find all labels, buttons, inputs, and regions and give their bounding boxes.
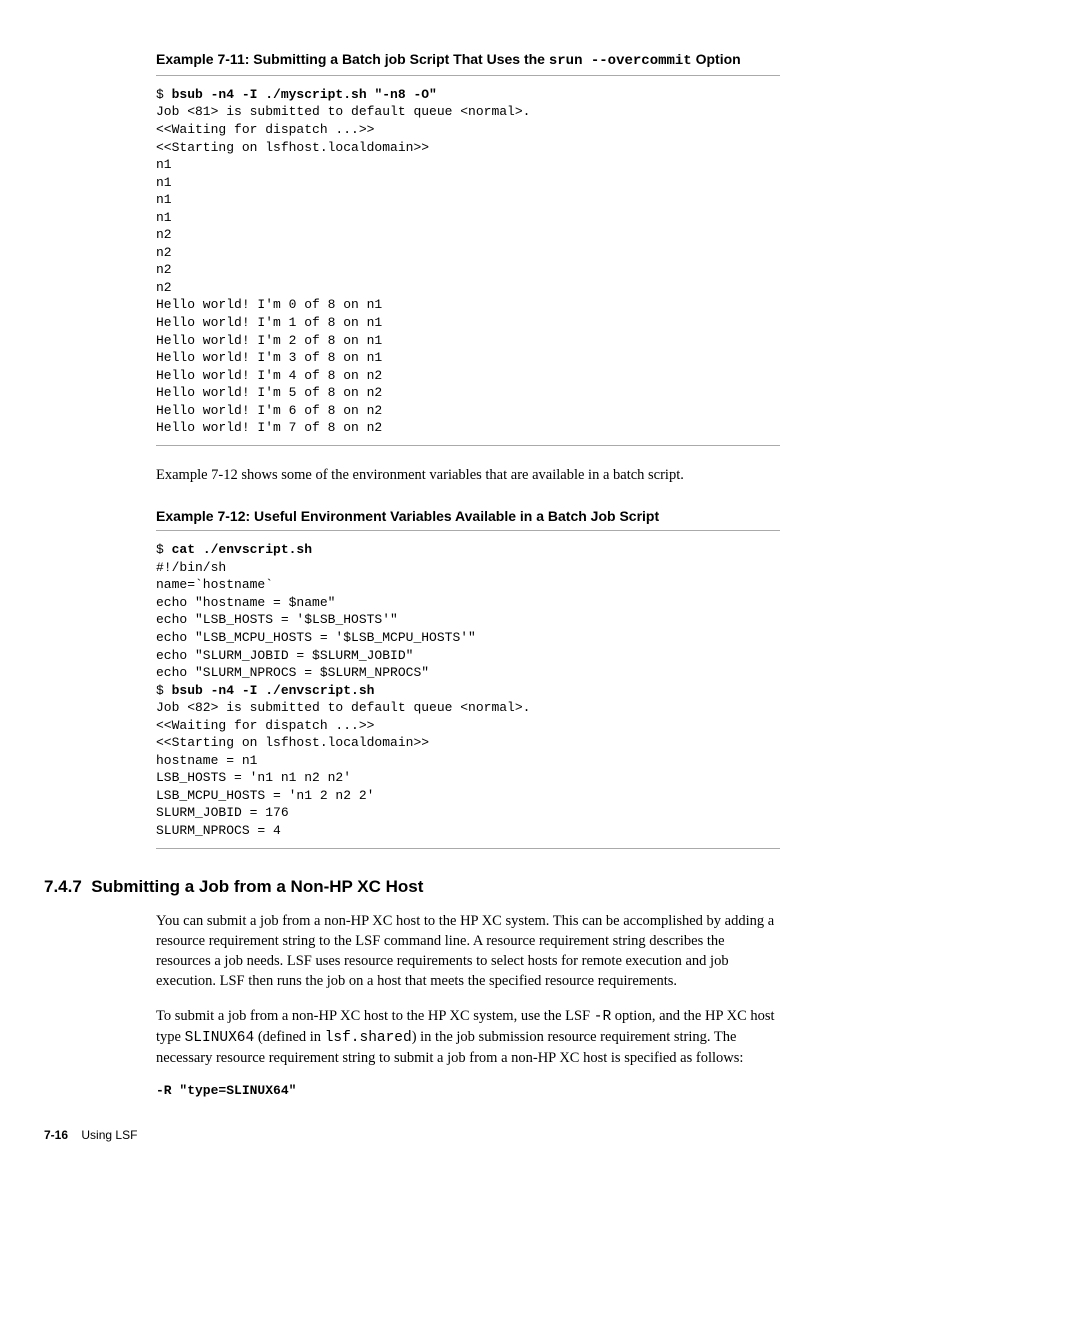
page-number: 7-16 xyxy=(44,1128,68,1142)
intertext-paragraph: Example 7-12 shows some of the environme… xyxy=(156,466,780,486)
prompt: $ xyxy=(156,87,172,102)
title-suffix: Option xyxy=(692,51,741,67)
output: Job <82> is submitted to default queue <… xyxy=(156,700,530,838)
page-footer: 7-16 Using LSF xyxy=(44,1128,780,1142)
output: Job <81> is submitted to default queue <… xyxy=(156,104,530,435)
section-title: Submitting a Job from a Non-HP XC Host xyxy=(91,877,423,896)
divider xyxy=(156,75,780,76)
command: bsub -n4 -I ./myscript.sh "-n8 -O" xyxy=(172,87,437,102)
example-711-console: $ bsub -n4 -I ./myscript.sh "-n8 -O" Job… xyxy=(156,86,780,437)
mono: SLINUX64 xyxy=(185,1030,255,1046)
section-para-1: You can submit a job from a non-HP XC ho… xyxy=(156,911,780,992)
command: bsub -n4 -I ./envscript.sh xyxy=(172,683,375,698)
command: cat ./envscript.sh xyxy=(172,542,312,557)
section-heading: 7.4.7 Submitting a Job from a Non-HP XC … xyxy=(44,877,780,897)
divider xyxy=(156,848,780,849)
section-number: 7.4.7 xyxy=(44,877,82,896)
footer-label: Using LSF xyxy=(81,1128,137,1142)
example-712-console: $ cat ./envscript.sh #!/bin/sh name=`hos… xyxy=(156,541,780,839)
divider xyxy=(156,445,780,446)
output: #!/bin/sh name=`hostname` echo "hostname… xyxy=(156,560,476,680)
divider xyxy=(156,530,780,531)
resource-requirement-cmd: -R "type=SLINUX64" xyxy=(156,1083,780,1098)
section-para-2: To submit a job from a non-HP XC host to… xyxy=(156,1006,780,1069)
prompt: $ xyxy=(156,683,172,698)
title-mono: srun --overcommit xyxy=(549,53,692,69)
prompt: $ xyxy=(156,542,172,557)
title-text: Example 7-11: Submitting a Batch job Scr… xyxy=(156,51,549,67)
mono: -R xyxy=(594,1009,611,1025)
example-712-title: Example 7-12: Useful Environment Variabl… xyxy=(156,507,780,526)
example-711-title: Example 7-11: Submitting a Batch job Scr… xyxy=(156,50,780,71)
text: To submit a job from a non-HP XC host to… xyxy=(156,1008,594,1024)
mono: lsf.shared xyxy=(325,1030,412,1046)
text: (defined in xyxy=(254,1029,324,1045)
